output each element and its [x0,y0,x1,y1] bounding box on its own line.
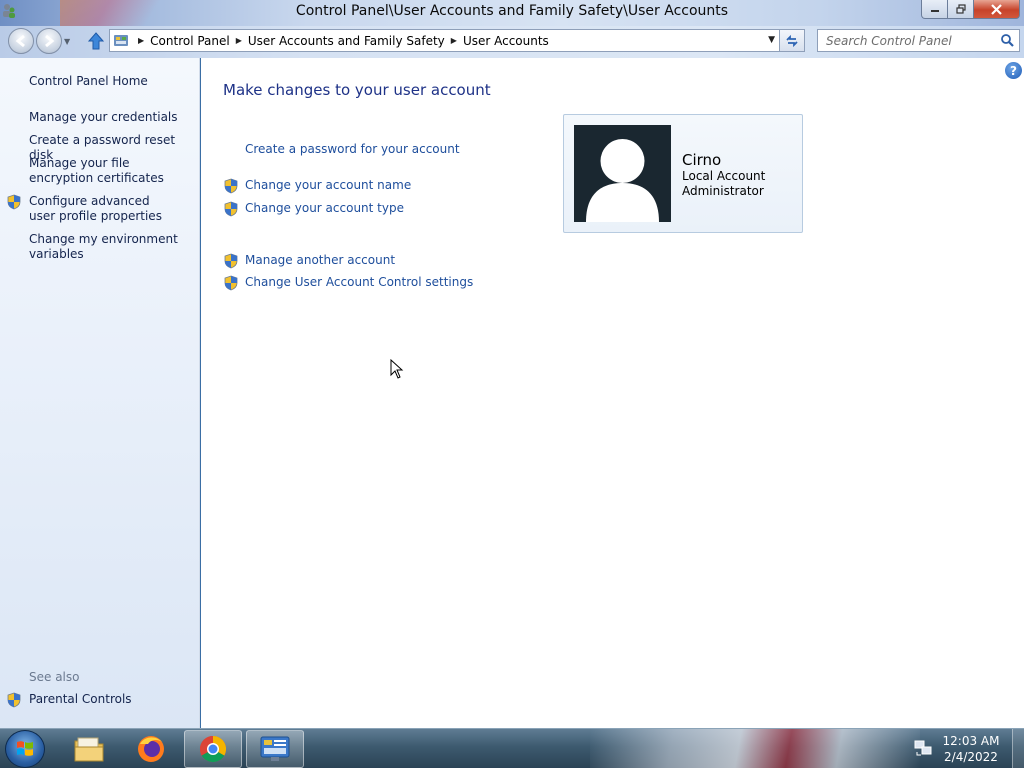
navigation-bar: ▼ ▶ Control Panel ▶ User Accounts and Fam… [0,26,1024,58]
help-icon[interactable]: ? [1005,62,1022,79]
network-icon[interactable] [914,739,932,757]
window-controls [921,0,1020,19]
wallpaper-peek [590,729,920,768]
clock-date: 2/4/2022 [944,750,998,764]
window-title: Control Panel\User Accounts and Family S… [295,3,729,19]
title-bar: Control Panel\User Accounts and Family S… [0,0,1024,26]
breadcrumb-control-panel[interactable]: Control Panel ▶ [150,34,248,48]
control-panel-icon [260,736,290,761]
search-box[interactable] [817,29,1020,52]
page-title: Make changes to your user account [223,81,491,99]
uac-shield-icon [224,201,238,217]
task-change-account-type[interactable]: Change your account type [245,201,404,215]
see-also-label: See also [29,670,80,684]
user-role: Administrator [682,184,764,198]
clock-time: 12:03 AM [942,734,1000,748]
main-content: ? Make changes to your user account Crea… [201,58,1024,728]
sidebar-manage-credentials[interactable]: Manage your credentials [29,110,194,125]
user-account-card: Cirno Local Account Administrator [563,114,803,233]
restore-icon [955,4,966,14]
search-icon[interactable] [1000,33,1015,48]
show-desktop-button[interactable] [1012,729,1024,768]
mouse-cursor-icon [390,359,404,379]
avatar[interactable] [574,125,671,222]
task-change-account-name[interactable]: Change your account name [245,178,411,192]
minimize-icon [930,10,939,12]
firefox-icon [138,736,164,762]
back-arrow-icon [15,34,25,48]
sidebar: Control Panel Home Manage your credentia… [0,58,200,728]
taskbar-firefox[interactable] [122,730,180,768]
sidebar-control-panel-home[interactable]: Control Panel Home [29,74,194,89]
uac-shield-icon [7,692,21,708]
default-user-icon [574,125,671,222]
control-panel-icon [110,30,132,51]
taskbar-control-panel[interactable] [246,730,304,768]
uac-shield-icon [224,253,238,269]
sidebar-manage-encryption-certificates[interactable]: Manage your file encryption certificates [29,156,189,186]
sidebar-configure-advanced-profile[interactable]: Configure advanced user profile properti… [29,194,179,224]
forward-button[interactable] [36,28,62,54]
search-input[interactable] [818,30,998,51]
minimize-button[interactable] [921,0,948,19]
taskbar-file-explorer[interactable] [60,730,118,768]
task-manage-another-account[interactable]: Manage another account [245,253,395,267]
breadcrumb-user-accounts-family-safety[interactable]: User Accounts and Family Safety ▶ [248,34,463,48]
uac-shield-icon [224,275,238,291]
sidebar-change-environment-variables[interactable]: Change my environment variables [29,232,179,262]
forward-arrow-icon [45,34,55,48]
uac-shield-icon [7,194,21,210]
uac-shield-icon [224,178,238,194]
restore-button[interactable] [948,0,974,19]
breadcrumb-user-accounts[interactable]: User Accounts [463,34,549,48]
system-clock[interactable]: 12:03 AM 2/4/2022 [940,733,1002,765]
close-button[interactable] [974,0,1020,19]
folder-icon [74,737,104,762]
back-button[interactable] [8,28,34,54]
user-name: Cirno [682,151,722,169]
user-account-type: Local Account [682,169,766,183]
task-create-password[interactable]: Create a password for your account [245,142,460,156]
recent-pages-dropdown[interactable]: ▼ [64,37,70,46]
address-bar[interactable]: ▶ Control Panel ▶ User Accounts and Famil… [109,29,780,52]
task-change-uac-settings[interactable]: Change User Account Control settings [245,275,473,289]
taskbar-chrome[interactable] [184,730,242,768]
start-button[interactable] [5,730,45,768]
address-dropdown-icon[interactable]: ▼ [768,35,775,45]
breadcrumb-separator[interactable]: ▶ [132,36,150,45]
close-icon [991,3,1002,15]
up-arrow-icon[interactable] [86,31,106,51]
refresh-icon [786,34,798,47]
refresh-button[interactable] [780,29,805,52]
chrome-icon [199,735,227,763]
sidebar-parental-controls[interactable]: Parental Controls [29,692,194,707]
windows-logo-icon [17,741,33,756]
taskbar: 12:03 AM 2/4/2022 [0,728,1024,768]
